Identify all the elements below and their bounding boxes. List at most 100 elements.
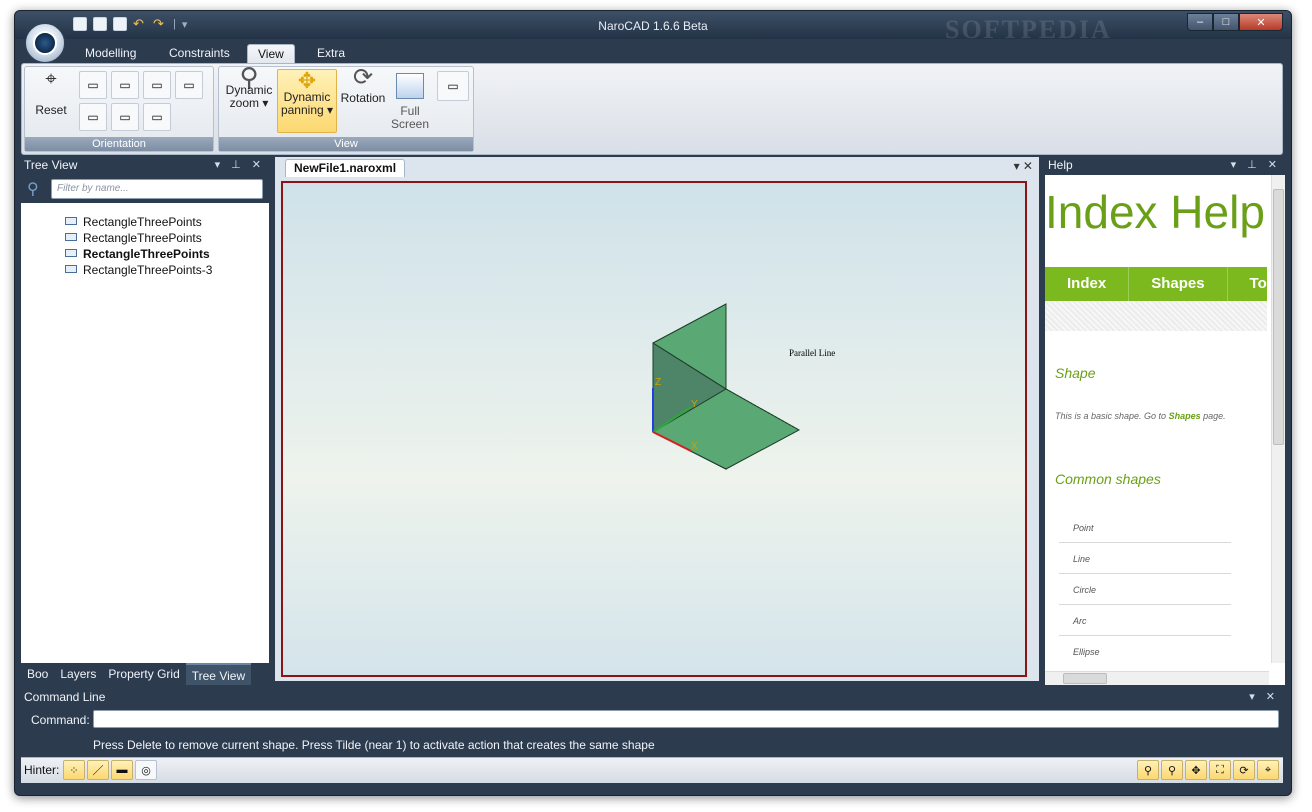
window-title: NaroCAD 1.6.6 Beta [598,19,708,33]
reset-view-icon[interactable]: ⌖ [1257,760,1279,780]
help-list-item[interactable]: Ellipse [1059,647,1231,663]
help-pattern-strip [1045,301,1267,331]
command-label: Command: [31,713,90,727]
reset-icon: ⌖ [45,68,57,90]
quick-access-toolbar: ↶ ↷ | ▾ [73,17,187,31]
tab-layers[interactable]: Layers [54,663,102,685]
snap-circle-icon[interactable]: ◎ [135,760,157,780]
command-input[interactable] [93,710,1279,728]
command-line-panel-controls[interactable]: ▾ ✕ [1249,690,1279,703]
help-list-item[interactable]: Arc [1059,616,1231,636]
document-tab[interactable]: NewFile1.naroxml [285,159,406,177]
tab-extra[interactable]: Extra [307,44,355,64]
save-file-icon[interactable] [113,17,127,31]
view-back-icon[interactable]: ▭ [111,71,139,99]
document-tab-controls[interactable]: ▾ ✕ [1014,159,1033,173]
full-screen-button[interactable]: Full Screen [389,71,431,135]
tab-tree-view[interactable]: Tree View [185,663,252,685]
redo-icon[interactable]: ↷ [153,17,167,31]
status-bar: Hinter: ⁘ ／ ▬ ◎ ⚲ ⚲ ✥ ⛶ ⟳ ⌖ [21,757,1283,783]
zoom-window-icon[interactable]: ⚲ [1161,760,1183,780]
rotation-button[interactable]: ⟳ Rotation [339,66,387,135]
full-screen-icon [396,73,424,99]
minimize-button[interactable]: – [1187,13,1213,31]
tree-view-title: Tree View [24,158,78,172]
x-axis-label: X [691,441,698,452]
undo-icon[interactable]: ↶ [133,17,147,31]
view-top-icon[interactable]: ▭ [143,71,171,99]
fit-all-icon[interactable]: ⛶ [1209,760,1231,780]
help-panel-controls[interactable]: ▾ ⊥ ✕ [1231,157,1281,174]
help-list-item[interactable]: Line [1059,554,1231,574]
tree-item-selected[interactable]: RectangleThreePoints [65,247,210,261]
help-nav: Index Shapes To [1045,267,1267,301]
snap-point-icon[interactable]: ⁘ [63,760,85,780]
view-front-icon[interactable]: ▭ [79,71,107,99]
orb-icon [33,31,57,55]
maximize-button[interactable]: □ [1213,13,1239,31]
command-line-header: Command Line [24,690,106,704]
help-shape-text-prefix: This is a basic shape. Go to [1055,411,1169,421]
full-screen-label-2: Screen [390,117,430,131]
app-window: SOFTPEDIA NaroCAD 1.6.6 Beta ↶ ↷ | ▾ – □… [14,10,1292,796]
view-cube-icon[interactable]: ▭ [437,71,469,101]
pan-icon[interactable]: ✥ [1185,760,1207,780]
zoom-icon[interactable]: ⚲ [1137,760,1159,780]
help-vertical-scrollbar[interactable] [1271,175,1285,663]
ribbon-tab-strip: Modelling Constraints View Extra [15,41,1291,64]
ribbon: ⌖ Reset ▭ ▭ ▭ ▭ ▭ ▭ ▭ Orientation ⚲ Dyna… [21,63,1283,155]
help-shapes-link[interactable]: Shapes [1169,411,1201,421]
help-list-item[interactable]: Point [1059,523,1231,543]
view-bottom-icon[interactable]: ▭ [175,71,203,99]
help-shape-heading: Shape [1055,365,1096,381]
rectangle-icon [65,217,77,225]
tree-item[interactable]: RectangleThreePoints-3 [65,263,212,277]
left-panel-tabs: Boo Layers Property Grid Tree View [21,663,269,685]
dynamic-panning-button[interactable]: ✥ Dynamic panning ▾ [277,69,337,133]
orientation-group-label: Orientation [25,137,213,151]
customize-qat-icon[interactable]: ▾ [182,18,188,31]
help-nav-shapes[interactable]: Shapes [1129,267,1228,301]
view-iso-icon[interactable]: ▭ [143,103,171,131]
3d-viewport[interactable]: Z Y X Parallel Line [281,181,1027,677]
view-right-icon[interactable]: ▭ [111,103,139,131]
open-file-icon[interactable] [93,17,107,31]
view-group: ⚲ Dynamic zoom ▾ ✥ Dynamic panning ▾ ⟳ R… [218,64,474,152]
tab-boo[interactable]: Boo [21,663,54,685]
application-menu-orb[interactable] [25,23,65,63]
tab-property-grid[interactable]: Property Grid [102,663,185,685]
help-hscroll-thumb[interactable] [1063,673,1107,684]
window-controls: – □ ✕ [1187,13,1283,31]
dynamic-zoom-button[interactable]: ⚲ Dynamic zoom ▾ [223,64,275,135]
help-list-item[interactable]: Circle [1059,585,1231,605]
new-file-icon[interactable] [73,17,87,31]
tree-item[interactable]: RectangleThreePoints [65,231,202,245]
snap-plane-icon[interactable]: ▬ [111,760,133,780]
view-group-label: View [219,137,473,151]
tree-item-label: RectangleThreePoints [83,247,210,261]
tab-modelling[interactable]: Modelling [75,44,146,64]
view-left-icon[interactable]: ▭ [79,103,107,131]
help-nav-to[interactable]: To [1228,267,1267,301]
reset-button[interactable]: ⌖ Reset [29,68,73,133]
tab-constraints[interactable]: Constraints [159,44,240,64]
hinter-label: Hinter: [24,763,60,777]
help-horizontal-scrollbar[interactable] [1045,671,1269,685]
tree-item[interactable]: RectangleThreePoints [65,215,202,229]
scene-svg: Z Y X Parallel Line [651,303,835,470]
tab-view[interactable]: View [247,44,295,64]
qat-separator: | [173,18,176,30]
filter-input[interactable]: Filter by name... [51,179,263,199]
rectangle-icon [65,265,77,273]
close-button[interactable]: ✕ [1239,13,1283,31]
help-shape-text: This is a basic shape. Go to Shapes page… [1055,411,1226,421]
snap-line-icon[interactable]: ／ [87,760,109,780]
rotate-icon[interactable]: ⟳ [1233,760,1255,780]
tree-view-panel-controls[interactable]: ▾ ⊥ ✕ [215,157,265,174]
help-scroll-thumb[interactable] [1273,189,1284,445]
dynamic-zoom-label-2: zoom ▾ [229,96,269,110]
command-line-panel: Command Line ▾ ✕ Command: Press Delete t… [21,688,1283,752]
reset-label: Reset [35,103,67,117]
dynamic-panning-label-2: panning ▾ [280,103,334,117]
help-nav-index[interactable]: Index [1045,267,1130,301]
